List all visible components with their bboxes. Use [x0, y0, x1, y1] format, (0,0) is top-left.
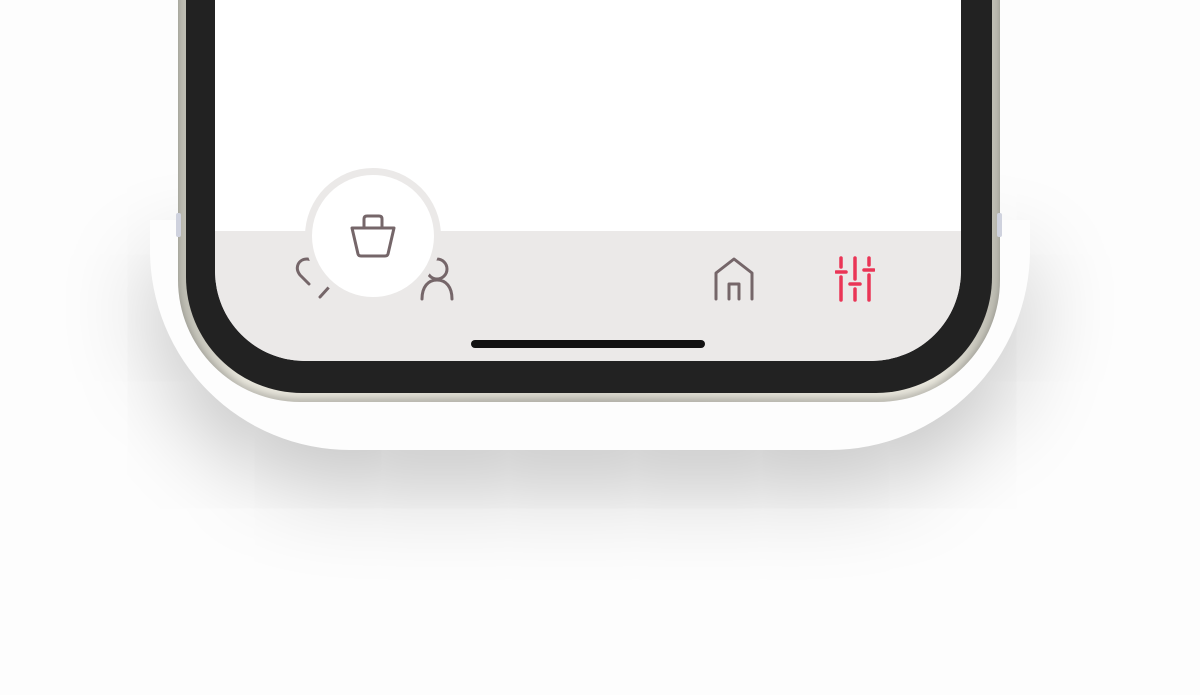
- shopping-bag-icon: [350, 214, 396, 258]
- tab-filters[interactable]: [829, 253, 881, 305]
- mockup-stage: [0, 0, 1200, 695]
- side-button-right: [997, 213, 1002, 237]
- phone-screen: [215, 0, 961, 361]
- home-indicator: [471, 340, 705, 348]
- sliders-icon: [835, 256, 875, 302]
- side-button-left: [176, 213, 181, 237]
- home-icon: [714, 257, 754, 301]
- tab-home[interactable]: [708, 253, 760, 305]
- cart-button[interactable]: [312, 175, 434, 297]
